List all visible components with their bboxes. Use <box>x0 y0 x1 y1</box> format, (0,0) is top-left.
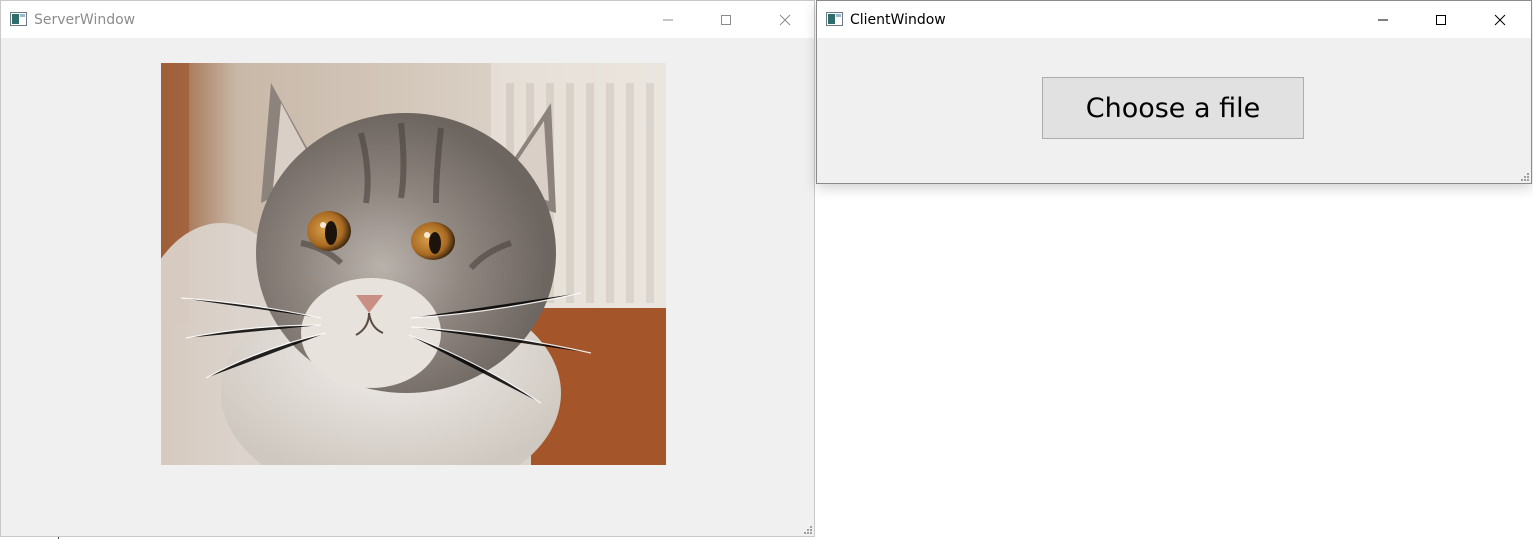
server-close-button[interactable] <box>756 1 814 38</box>
client-window: ClientWindow Choose a file <box>816 0 1532 184</box>
server-window: ServerWindow <box>0 0 815 537</box>
maximize-icon <box>1436 14 1446 25</box>
received-image <box>161 63 666 465</box>
close-icon <box>779 14 791 25</box>
server-window-title: ServerWindow <box>34 12 136 28</box>
cat-photo <box>161 63 666 465</box>
client-maximize-button[interactable] <box>1412 1 1470 38</box>
minimize-icon <box>1378 19 1388 20</box>
maximize-icon <box>721 14 731 25</box>
server-title-bar[interactable]: ServerWindow <box>1 1 814 38</box>
choose-file-button[interactable]: Choose a file <box>1042 77 1304 139</box>
resize-grip-icon[interactable] <box>802 524 812 534</box>
desktop: ServerWindow ClientWindow Choose a file <box>0 0 1533 539</box>
app-window-icon <box>826 12 843 26</box>
server-maximize-button[interactable] <box>697 1 755 38</box>
client-close-button[interactable] <box>1471 1 1529 38</box>
client-minimize-button[interactable] <box>1354 1 1412 38</box>
client-window-title: ClientWindow <box>850 12 946 28</box>
minimize-icon <box>663 19 673 20</box>
app-window-icon <box>10 12 27 26</box>
client-title-bar[interactable]: ClientWindow <box>817 1 1531 38</box>
resize-grip-icon[interactable] <box>1519 171 1529 181</box>
close-icon <box>1494 14 1506 25</box>
server-minimize-button[interactable] <box>639 1 697 38</box>
